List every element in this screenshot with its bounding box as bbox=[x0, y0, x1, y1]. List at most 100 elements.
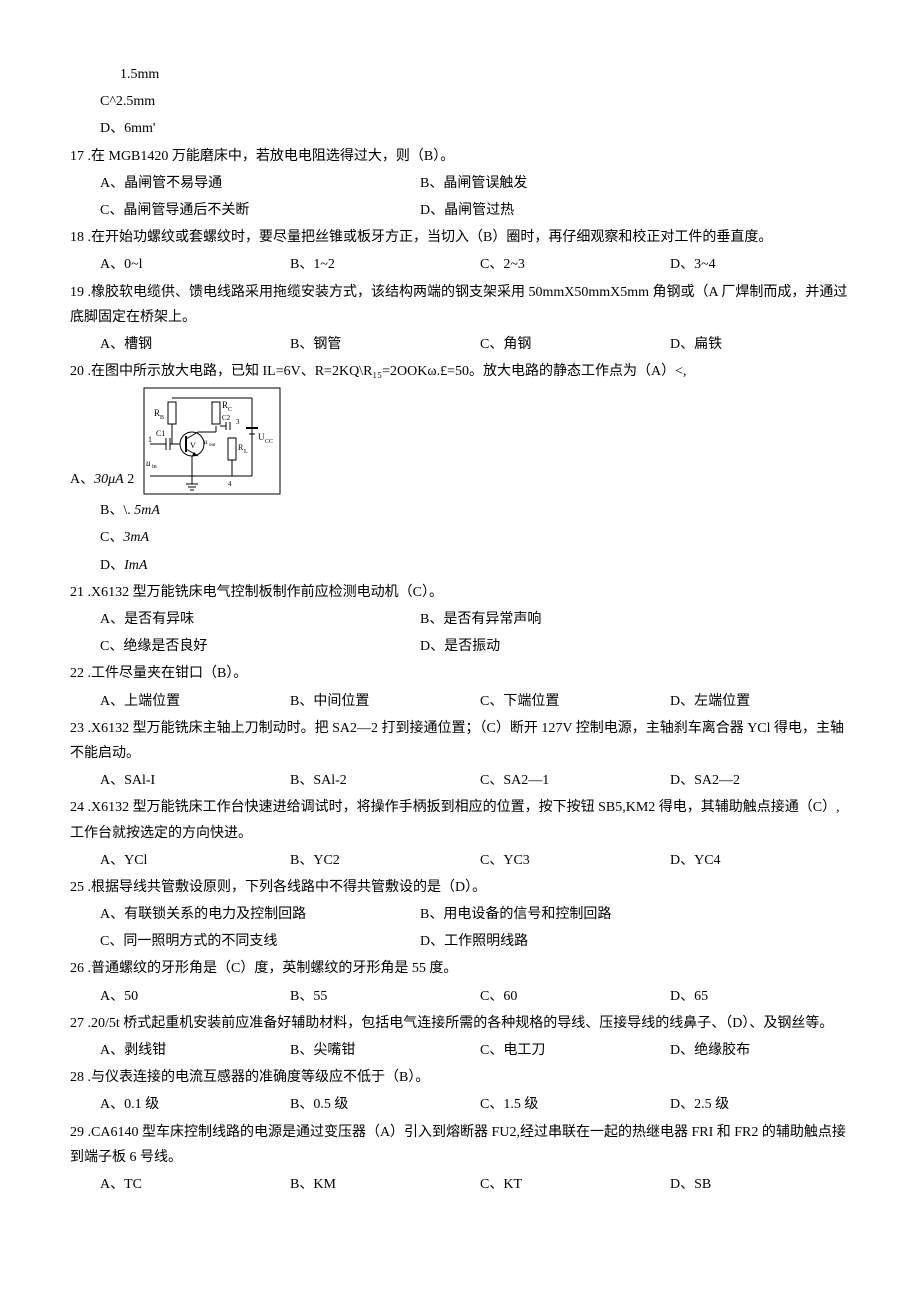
q27-b: B、尖嘴钳 bbox=[290, 1038, 480, 1063]
q18-b: B、1~2 bbox=[290, 252, 480, 277]
q29-a: A、TC bbox=[100, 1172, 290, 1197]
q25-b: B、用电设备的信号和控制回路 bbox=[420, 902, 740, 927]
q22-opts: A、上端位置 B、中间位置 C、下端位置 D、左端位置 bbox=[70, 689, 850, 714]
q26-c: C、60 bbox=[480, 984, 670, 1009]
q20-d-text: D、 bbox=[100, 558, 124, 573]
q21-c: C、绝缘是否良好 bbox=[100, 634, 420, 659]
q24-text: 24 .X6132 型万能铣床工作台快速进给调试时，将操作手柄扳到相应的位置，按… bbox=[70, 795, 850, 845]
q25-opts-row1: A、有联锁关系的电力及控制回路 B、用电设备的信号和控制回路 bbox=[70, 902, 850, 927]
q17-b: B、晶闸管误触发 bbox=[420, 171, 740, 196]
q20-d-val: ImA bbox=[124, 558, 147, 573]
q25-d: D、工作照明线路 bbox=[420, 929, 740, 954]
q21-b: B、是否有异常声响 bbox=[420, 607, 740, 632]
q28-d: D、2.5 级 bbox=[670, 1092, 860, 1117]
svg-text:in: in bbox=[152, 464, 157, 470]
q18-opts: A、0~l B、1~2 C、2~3 D、3~4 bbox=[70, 252, 850, 277]
q25-a: A、有联锁关系的电力及控制回路 bbox=[100, 902, 420, 927]
q27-text: 27 .20/5t 桥式起重机安装前应准备好辅助材料，包括电气连接所需的各种规格… bbox=[70, 1011, 850, 1036]
q17-a: A、晶闸管不易导通 bbox=[100, 171, 420, 196]
q20-c-text: C、 bbox=[100, 530, 123, 545]
svg-text:B: B bbox=[160, 415, 164, 421]
label-c1: C1 bbox=[156, 429, 165, 438]
q25-text: 25 .根据导线共管敷设原则，下列各线路中不得共管敷设的是（D）。 bbox=[70, 875, 850, 900]
q25-c: C、同一照明方式的不同支线 bbox=[100, 929, 420, 954]
q17-d: D、晶闸管过热 bbox=[420, 198, 740, 223]
q26-d: D、65 bbox=[670, 984, 860, 1009]
q20-text: 20 .在图中所示放大电路，已知 IL=6V、R=2KQ\R₁₅=2OOKω.£… bbox=[70, 359, 850, 384]
q21-opts-row1: A、是否有异味 B、是否有异常声响 bbox=[70, 607, 850, 632]
q20-b-text: B、\. bbox=[100, 503, 134, 518]
pre-line-2: C^2.5mm bbox=[70, 89, 850, 114]
q24-c: C、YC3 bbox=[480, 848, 670, 873]
q21-opts-row2: C、绝缘是否良好 D、是否振动 bbox=[70, 634, 850, 659]
q19-a: A、槽钢 bbox=[100, 332, 290, 357]
q22-a: A、上端位置 bbox=[100, 689, 290, 714]
q28-b: B、0.5 级 bbox=[290, 1092, 480, 1117]
q26-opts: A、50 B、55 C、60 D、65 bbox=[70, 984, 850, 1009]
q29-c: C、KT bbox=[480, 1172, 670, 1197]
q24-a: A、YCl bbox=[100, 848, 290, 873]
q27-c: C、电工刀 bbox=[480, 1038, 670, 1063]
label-uin: u bbox=[146, 458, 151, 468]
q20-a-label: A、30μA 2 bbox=[70, 467, 134, 496]
svg-text:out: out bbox=[209, 443, 216, 448]
q20-a-suffix: 2 bbox=[127, 472, 134, 487]
q24-d: D、YC4 bbox=[670, 848, 860, 873]
q27-a: A、剥线钳 bbox=[100, 1038, 290, 1063]
q23-b: B、SAl-2 bbox=[290, 768, 480, 793]
label-n4: 4 bbox=[228, 480, 232, 488]
q20-a-value: 30μA bbox=[94, 472, 124, 487]
q24-b: B、YC2 bbox=[290, 848, 480, 873]
q23-d: D、SA2—2 bbox=[670, 768, 860, 793]
q26-text: 26 .普通螺纹的牙形角是（C）度，英制螺纹的牙形角是 55 度。 bbox=[70, 956, 850, 981]
q25-opts-row2: C、同一照明方式的不同支线 D、工作照明线路 bbox=[70, 929, 850, 954]
svg-text:L: L bbox=[244, 449, 248, 455]
label-uout: u bbox=[204, 438, 208, 446]
q22-c: C、下端位置 bbox=[480, 689, 670, 714]
q18-a: A、0~l bbox=[100, 252, 290, 277]
svg-text:CC: CC bbox=[265, 439, 273, 445]
q29-b: B、KM bbox=[290, 1172, 480, 1197]
q28-a: A、0.1 级 bbox=[100, 1092, 290, 1117]
q17-opts-row2: C、晶闸管导通后不关断 D、晶闸管过热 bbox=[70, 198, 850, 223]
q29-opts: A、TC B、KM C、KT D、SB bbox=[70, 1172, 850, 1197]
q20-b-val: 5mA bbox=[134, 503, 160, 518]
q28-opts: A、0.1 级 B、0.5 级 C、1.5 级 D、2.5 级 bbox=[70, 1092, 850, 1117]
q18-text: 18 .在开始功螺纹或套螺纹时，要尽量把丝锥或板牙方正，当切入（B）圈时，再仔细… bbox=[70, 225, 850, 250]
q19-d: D、扁铁 bbox=[670, 332, 860, 357]
q22-b: B、中间位置 bbox=[290, 689, 480, 714]
label-ucc: U bbox=[258, 432, 265, 442]
q17-c: C、晶闸管导通后不关断 bbox=[100, 198, 420, 223]
q18-c: C、2~3 bbox=[480, 252, 670, 277]
q20-c: C、3mA bbox=[70, 525, 850, 550]
q23-a: A、SAl-I bbox=[100, 768, 290, 793]
q27-d: D、绝缘胶布 bbox=[670, 1038, 860, 1063]
pre-line-3: D、6mm' bbox=[70, 116, 850, 141]
q27-opts: A、剥线钳 B、尖嘴钳 C、电工刀 D、绝缘胶布 bbox=[70, 1038, 850, 1063]
q24-opts: A、YCl B、YC2 C、YC3 D、YC4 bbox=[70, 848, 850, 873]
q23-text: 23 .X6132 型万能铣床主轴上刀制动时。把 SA2—2 打到接通位置；（C… bbox=[70, 716, 850, 766]
q21-d: D、是否振动 bbox=[420, 634, 740, 659]
q22-d: D、左端位置 bbox=[670, 689, 860, 714]
q19-b: B、钢管 bbox=[290, 332, 480, 357]
svg-text:C: C bbox=[228, 407, 232, 413]
q17-opts-row1: A、晶闸管不易导通 B、晶闸管误触发 bbox=[70, 171, 850, 196]
q23-opts: A、SAl-I B、SAl-2 C、SA2—1 D、SA2—2 bbox=[70, 768, 850, 793]
q28-text: 28 .与仪表连接的电流互感器的准确度等级应不低于（B）。 bbox=[70, 1065, 850, 1090]
q26-a: A、50 bbox=[100, 984, 290, 1009]
q19-opts: A、槽钢 B、钢管 C、角钢 D、扁铁 bbox=[70, 332, 850, 357]
q28-c: C、1.5 级 bbox=[480, 1092, 670, 1117]
circuit-diagram: R B R C U CC V C1 1 u bbox=[142, 386, 282, 496]
q21-text: 21 .X6132 型万能铣床电气控制板制作前应检测电动机（C）。 bbox=[70, 580, 850, 605]
label-n3: 3 bbox=[236, 418, 240, 426]
q20-c-val: 3mA bbox=[123, 530, 149, 545]
q26-b: B、55 bbox=[290, 984, 480, 1009]
q22-text: 22 .工件尽量夹在钳口（B）。 bbox=[70, 661, 850, 686]
q29-text: 29 .CA6140 型车床控制线路的电源是通过变压器（A）引入到熔断器 FU2… bbox=[70, 1120, 850, 1170]
q20-b: B、\. 5mA bbox=[70, 498, 850, 523]
q20-d: D、ImA bbox=[70, 553, 850, 578]
q29-d: D、SB bbox=[670, 1172, 860, 1197]
pre-line-1: 1.5mm bbox=[70, 62, 850, 87]
label-c2: C2 bbox=[222, 414, 231, 422]
q20-circuit-row: A、30μA 2 R B R C U CC V bbox=[70, 386, 850, 496]
